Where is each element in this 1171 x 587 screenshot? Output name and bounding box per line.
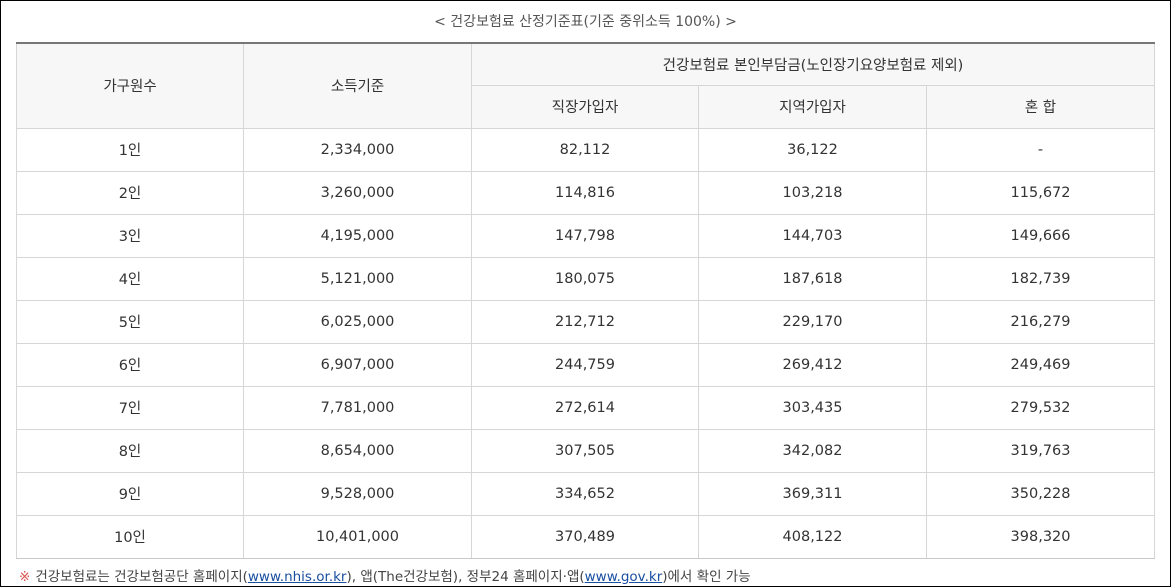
- cell-mixed: 182,739: [925, 256, 1156, 301]
- header-regional: 지역가입자: [698, 84, 927, 129]
- cell-mixed: 115,672: [925, 170, 1156, 215]
- cell-employee: 244,759: [471, 342, 699, 387]
- cell-mixed: 249,469: [925, 342, 1156, 387]
- premium-table: 가구원수 소득기준 건강보험료 본인부담금(노인장기요양보험료 제외) 직장가입…: [16, 42, 1156, 559]
- table-row: 3인 4,195,000 147,798 144,703 149,666: [16, 213, 1156, 258]
- cell-mixed: 279,532: [925, 385, 1156, 430]
- cell-employee: 212,712: [471, 299, 699, 344]
- table-row: 4인 5,121,000 180,075 187,618 182,739: [16, 256, 1156, 301]
- nhis-link[interactable]: www.nhis.or.kr: [248, 569, 347, 585]
- footnote-text-2: ), 앱(The건강보험), 정부24 홈페이지·앱(: [346, 569, 585, 585]
- cell-household: 9인: [16, 471, 244, 516]
- cell-regional: 229,170: [698, 299, 927, 344]
- cell-household: 2인: [16, 170, 244, 215]
- cell-income: 10,401,000: [243, 514, 472, 559]
- cell-regional: 187,618: [698, 256, 927, 301]
- cell-employee: 334,652: [471, 471, 699, 516]
- cell-employee: 180,075: [471, 256, 699, 301]
- table-row: 1인 2,334,000 82,112 36,122-: [16, 127, 1156, 172]
- table-row: 8인 8,654,000 307,505 342,082 319,763: [16, 428, 1156, 473]
- cell-employee: 147,798: [471, 213, 699, 258]
- cell-income: 7,781,000: [243, 385, 472, 430]
- footnote-text-3: )에서 확인 가능: [662, 569, 751, 585]
- cell-household: 8인: [16, 428, 244, 473]
- header-employee: 직장가입자: [471, 84, 699, 129]
- cell-income: 5,121,000: [243, 256, 472, 301]
- table-row: 6인 6,907,000 244,759 269,412 249,469: [16, 342, 1156, 387]
- cell-household: 10인: [16, 514, 244, 559]
- cell-regional: 303,435: [698, 385, 927, 430]
- cell-household: 4인: [16, 256, 244, 301]
- cell-household: 3인: [16, 213, 244, 258]
- cell-mixed: 350,228: [925, 471, 1156, 516]
- cell-employee: 370,489: [471, 514, 699, 559]
- cell-regional: 269,412: [698, 342, 927, 387]
- table-row: 9인 9,528,000 334,652 369,311 350,228: [16, 471, 1156, 516]
- cell-income: 8,654,000: [243, 428, 472, 473]
- cell-regional: 103,218: [698, 170, 927, 215]
- table-row: 5인 6,025,000 212,712 229,170 216,279: [16, 299, 1156, 344]
- table-caption: < 건강보험료 산정기준표(기준 중위소득 100%) >: [434, 14, 737, 30]
- cell-income: 6,907,000: [243, 342, 472, 387]
- cell-regional: 342,082: [698, 428, 927, 473]
- cell-income: 9,528,000: [243, 471, 472, 516]
- table-row: 10인 10,401,000 370,489 408,122 398,320: [16, 514, 1156, 559]
- cell-income: 2,334,000: [243, 127, 472, 172]
- header-household: 가구원수: [16, 42, 244, 129]
- footnote: ※ 건강보험료는 건강보험공단 홈페이지(www.nhis.or.kr), 앱(T…: [19, 565, 751, 585]
- reference-mark: ※: [19, 569, 31, 585]
- cell-regional: 144,703: [698, 213, 927, 258]
- cell-employee: 272,614: [471, 385, 699, 430]
- cell-regional: 36,122: [698, 127, 927, 172]
- header-premium-group: 건강보험료 본인부담금(노인장기요양보험료 제외): [470, 42, 1156, 86]
- cell-income: 4,195,000: [243, 213, 472, 258]
- table-row: 7인 7,781,000 272,614 303,435 279,532: [16, 385, 1156, 430]
- cell-household: 6인: [16, 342, 244, 387]
- cell-employee: 307,505: [471, 428, 699, 473]
- cell-household: 1인: [16, 127, 244, 172]
- table-row: 2인 3,260,000 114,816 103,218 115,672: [16, 170, 1156, 215]
- cell-mixed: -: [925, 127, 1156, 172]
- cell-mixed: 319,763: [925, 428, 1156, 473]
- table-body: 1인 2,334,000 82,112 36,122-2인 3,260,000 114,8…: [16, 127, 1156, 559]
- cell-employee: 114,816: [471, 170, 699, 215]
- cell-income: 6,025,000: [243, 299, 472, 344]
- cell-mixed: 398,320: [925, 514, 1156, 559]
- cell-income: 3,260,000: [243, 170, 472, 215]
- cell-household: 5인: [16, 299, 244, 344]
- gov-link[interactable]: www.gov.kr: [585, 569, 663, 585]
- cell-mixed: 149,666: [925, 213, 1156, 258]
- cell-mixed: 216,279: [925, 299, 1156, 344]
- cell-household: 7인: [16, 385, 244, 430]
- cell-employee: 82,112: [471, 127, 699, 172]
- header-income: 소득기준: [243, 42, 472, 129]
- footnote-text-1: 건강보험료는 건강보험공단 홈페이지(: [35, 569, 248, 585]
- header-mixed: 혼 합: [925, 84, 1156, 129]
- content-frame: < 건강보험료 산정기준표(기준 중위소득 100%) > 가구원수 소득기준 …: [0, 0, 1171, 587]
- cell-regional: 408,122: [698, 514, 927, 559]
- cell-regional: 369,311: [698, 471, 927, 516]
